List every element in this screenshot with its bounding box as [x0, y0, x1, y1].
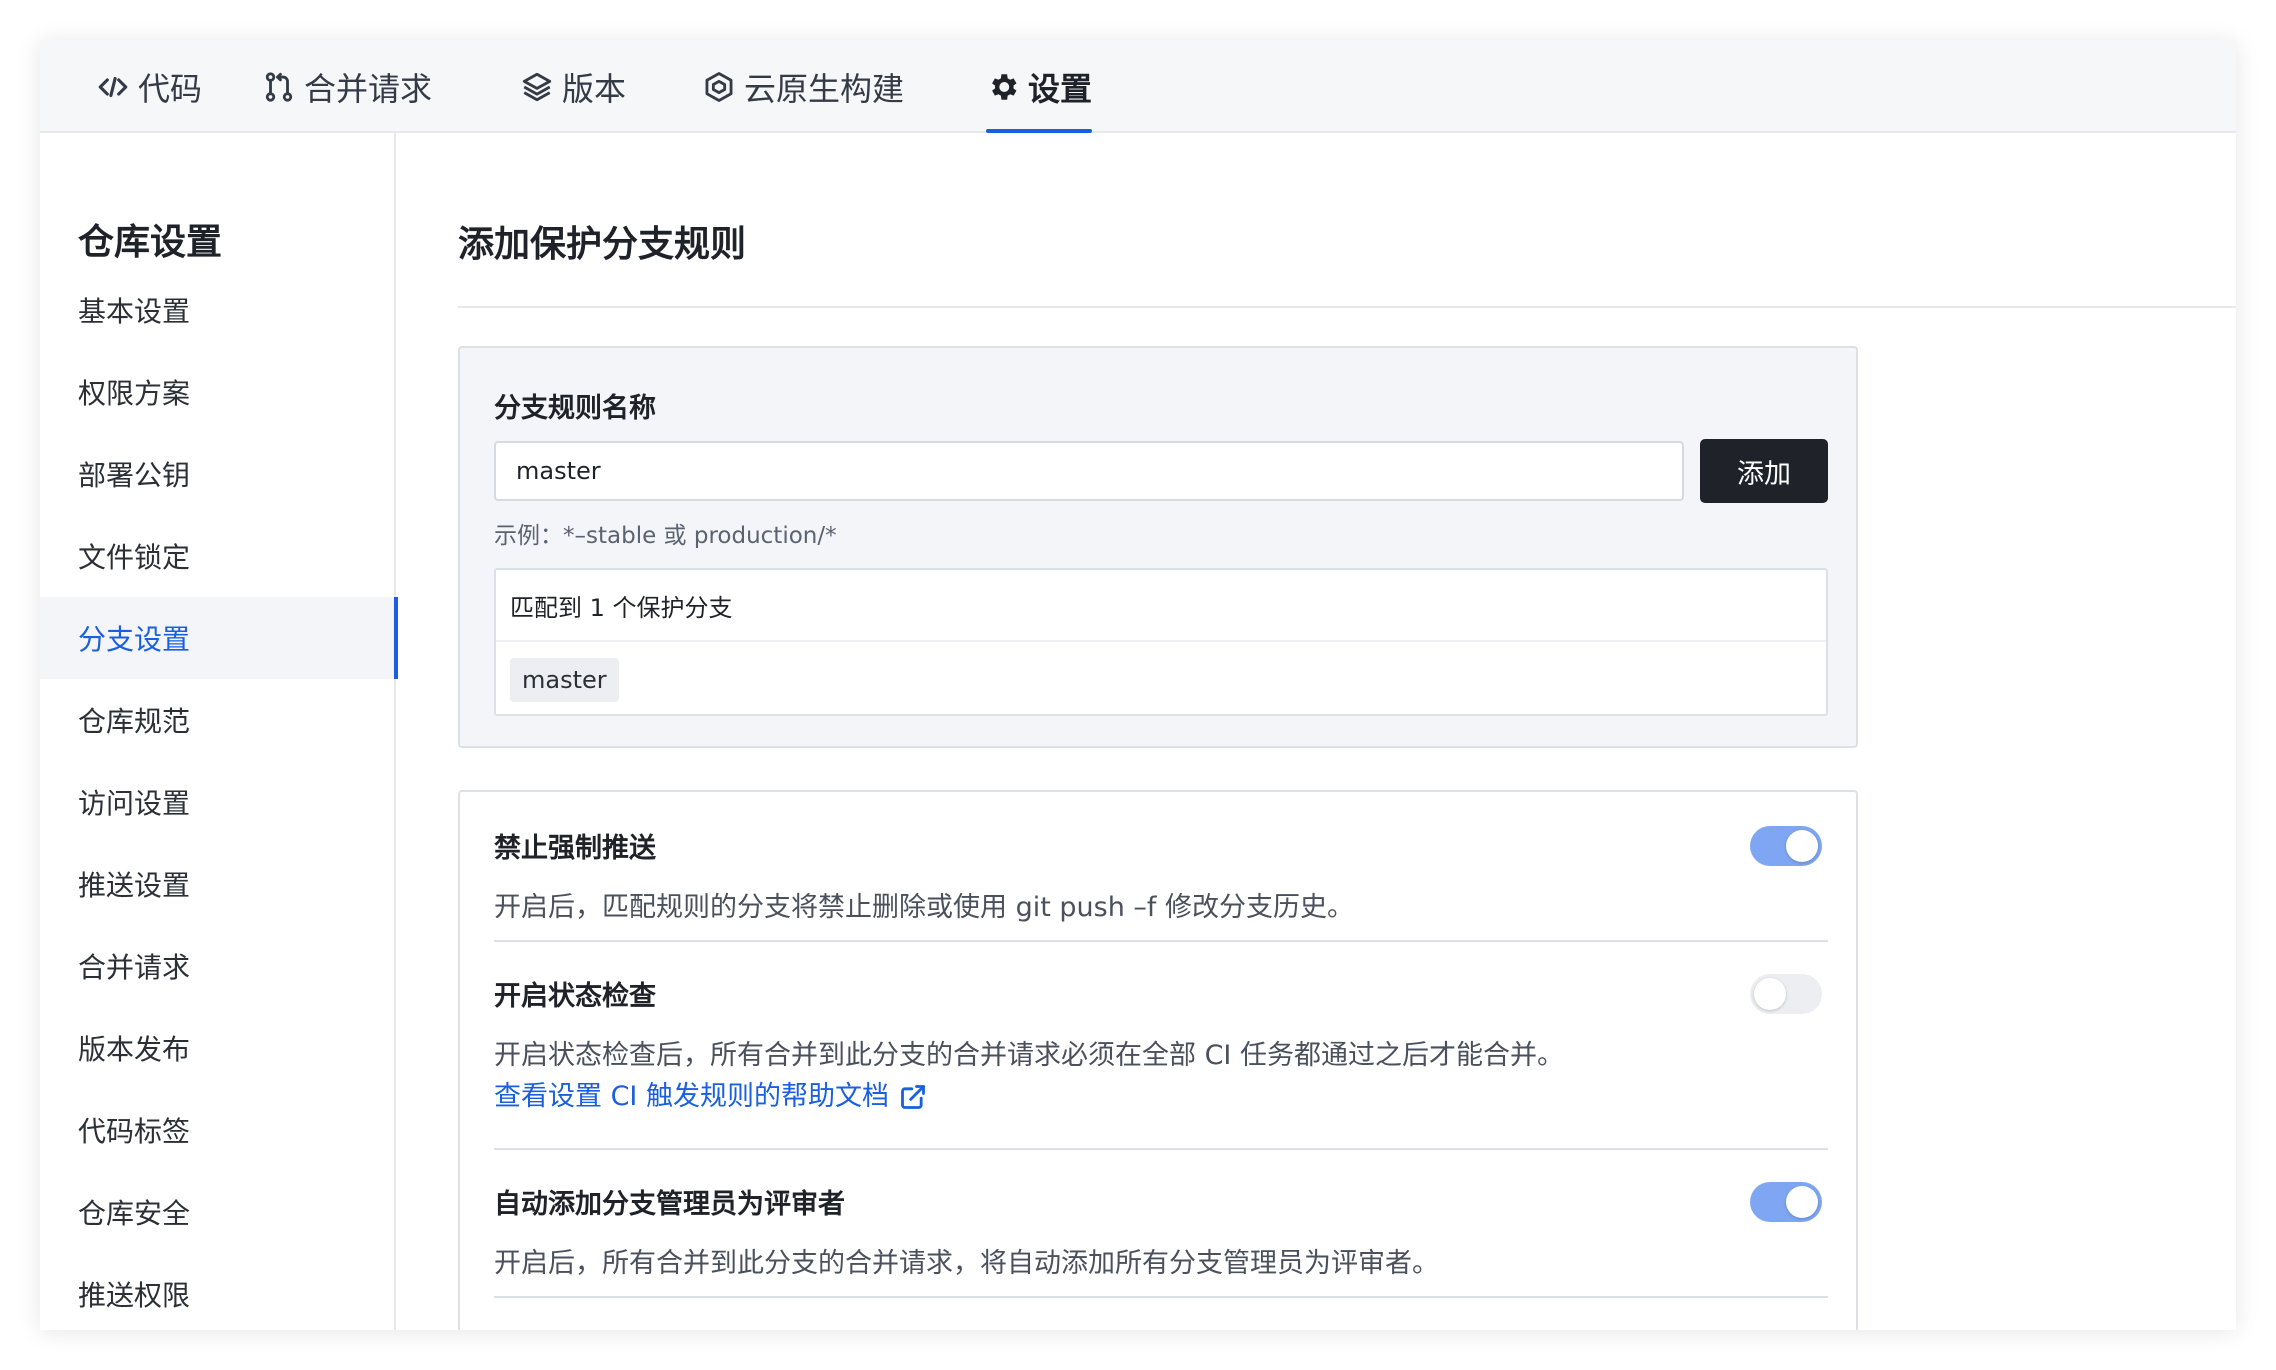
- option-title: 禁止强制推送: [494, 833, 656, 864]
- add-button[interactable]: 添加: [1700, 439, 1828, 503]
- option-title: 自动添加分支管理员为评审者: [494, 1189, 845, 1220]
- sidebar-item-label: 推送设置: [78, 869, 191, 902]
- ci-help-doc-link[interactable]: 查看设置 CI 触发规则的帮助文档: [494, 1077, 927, 1117]
- sidebar-item-access-settings[interactable]: 访问设置: [40, 761, 396, 843]
- sidebar-item-label: 分支设置: [78, 623, 191, 656]
- sidebar-title: 仓库设置: [78, 222, 223, 263]
- main-content: 添加保护分支规则 分支规则名称 添加 示例：*–stable 或 product…: [398, 133, 2236, 1330]
- toggle-status-check[interactable]: [1750, 974, 1822, 1014]
- matched-branch-tag: master: [510, 658, 619, 702]
- tab-label: 版本: [562, 69, 627, 108]
- external-link-icon: [901, 1085, 925, 1109]
- option-description: 开启状态检查后，所有合并到此分支的合并请求必须在全部 CI 任务都通过之后才能合…: [494, 1040, 1564, 1071]
- sidebar-item-label: 仓库规范: [78, 705, 191, 738]
- sidebar-item-deploy-keys[interactable]: 部署公钥: [40, 433, 396, 515]
- sidebar-item-branch-settings[interactable]: 分支设置: [40, 597, 398, 679]
- option-divider: [494, 1148, 1828, 1150]
- option-block-force-push: 禁止强制推送 开启后，匹配规则的分支将禁止删除或使用 git push –f 修…: [494, 826, 1828, 929]
- toggle-knob: [1786, 830, 1818, 862]
- branch-rule-name-input[interactable]: [494, 441, 1684, 501]
- sidebar-item-label: 推送权限: [78, 1279, 191, 1312]
- sidebar-item-merge-requests[interactable]: 合并请求: [40, 925, 396, 1007]
- sidebar-item-label: 仓库安全: [78, 1197, 191, 1230]
- sidebar-item-repo-security[interactable]: 仓库安全: [40, 1171, 396, 1253]
- tab-versions[interactable]: 版本: [520, 40, 626, 133]
- option-description: 开启后，匹配规则的分支将禁止删除或使用 git push –f 修改分支历史。: [494, 892, 1354, 923]
- sidebar-item-permission-scheme[interactable]: 权限方案: [40, 351, 396, 433]
- toggle-block-force-push[interactable]: [1750, 826, 1822, 866]
- build-icon: [702, 70, 736, 104]
- sidebar-item-label: 权限方案: [78, 377, 191, 410]
- sidebar-item-file-lock[interactable]: 文件锁定: [40, 515, 396, 597]
- layers-icon: [520, 70, 554, 104]
- tab-code[interactable]: 代码: [96, 40, 202, 133]
- page-title: 添加保护分支规则: [458, 224, 747, 265]
- input-hint: 示例：*–stable 或 production/*: [494, 523, 837, 549]
- sidebar-item-label: 合并请求: [78, 951, 191, 984]
- sidebar-item-label: 部署公钥: [78, 459, 191, 492]
- sidebar-item-push-settings[interactable]: 推送设置: [40, 843, 396, 925]
- sidebar-item-label: 代码标签: [78, 1115, 191, 1148]
- app-window: 代码 合并请求 版本 云原生构建 设置 仓库设置 基本设置 权限方案 部署公钥 …: [40, 40, 2236, 1330]
- gear-icon: [986, 70, 1020, 104]
- tab-settings[interactable]: 设置: [986, 40, 1093, 133]
- option-status-check: 开启状态检查 开启状态检查后，所有合并到此分支的合并请求必须在全部 CI 任务都…: [494, 974, 1828, 1117]
- link-label: 查看设置 CI 触发规则的帮助文档: [494, 1081, 889, 1112]
- sidebar-item-push-permissions[interactable]: 推送权限: [40, 1253, 396, 1330]
- branch-rule-card: 分支规则名称 添加 示例：*–stable 或 production/* 匹配到…: [458, 346, 1858, 748]
- merge-icon: [262, 70, 296, 104]
- option-divider: [494, 1296, 1828, 1298]
- top-tab-bar: 代码 合并请求 版本 云原生构建 设置: [40, 40, 2236, 133]
- protection-options-card: 禁止强制推送 开启后，匹配规则的分支将禁止删除或使用 git push –f 修…: [458, 790, 1858, 1330]
- tab-label: 代码: [138, 69, 203, 108]
- tab-label: 合并请求: [304, 69, 433, 108]
- matched-branches-box: 匹配到 1 个保护分支 master: [494, 568, 1828, 716]
- tab-merge-requests[interactable]: 合并请求: [262, 40, 432, 133]
- sidebar-item-label: 基本设置: [78, 295, 191, 328]
- sidebar-item-label: 访问设置: [78, 787, 191, 820]
- sidebar-item-label: 版本发布: [78, 1033, 191, 1066]
- toggle-knob: [1754, 978, 1786, 1010]
- sidebar-item-repo-conventions[interactable]: 仓库规范: [40, 679, 396, 761]
- toggle-auto-add-reviewers[interactable]: [1750, 1182, 1822, 1222]
- option-auto-add-reviewers: 自动添加分支管理员为评审者 开启后，所有合并到此分支的合并请求，将自动添加所有分…: [494, 1182, 1828, 1285]
- settings-sidebar: 仓库设置 基本设置 权限方案 部署公钥 文件锁定 分支设置 仓库规范 访问设置 …: [40, 133, 398, 1330]
- sidebar-item-basic-settings[interactable]: 基本设置: [40, 269, 396, 351]
- code-icon: [96, 70, 130, 104]
- option-description: 开启后，所有合并到此分支的合并请求，将自动添加所有分支管理员为评审者。: [494, 1248, 1439, 1279]
- tab-label: 云原生构建: [744, 69, 905, 108]
- toggle-knob: [1786, 1186, 1818, 1218]
- option-title: 开启状态检查: [494, 981, 656, 1012]
- tab-cloud-native-build[interactable]: 云原生构建: [702, 40, 904, 133]
- sidebar-item-releases[interactable]: 版本发布: [40, 1007, 396, 1089]
- option-divider: [494, 940, 1828, 942]
- branch-rule-name-label: 分支规则名称: [494, 393, 656, 424]
- sidebar-item-label: 文件锁定: [78, 541, 191, 574]
- sidebar-item-code-tags[interactable]: 代码标签: [40, 1089, 396, 1171]
- tab-label: 设置: [1028, 69, 1093, 108]
- title-divider: [458, 306, 2236, 308]
- matched-branches-count: 匹配到 1 个保护分支: [496, 570, 1826, 642]
